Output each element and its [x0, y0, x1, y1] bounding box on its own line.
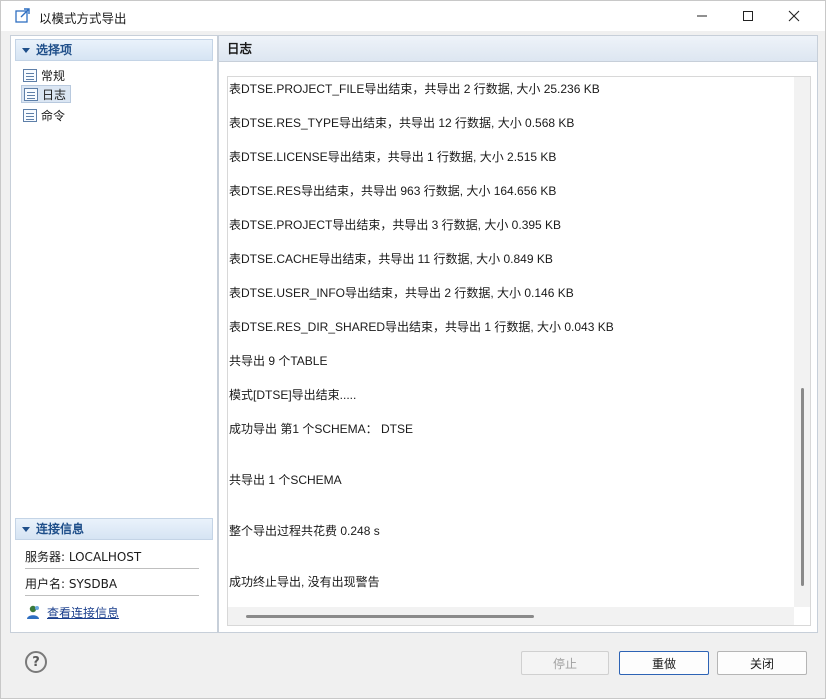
options-header-label: 选择项: [36, 43, 73, 57]
nav-item-label: 常规: [41, 68, 66, 83]
log-line: 表DTSE.CACHE导出结束，共导出 11 行数据, 大小 0.849 KB: [229, 252, 553, 266]
options-section-header[interactable]: 选择项: [15, 39, 213, 61]
export-app-icon: [15, 8, 30, 23]
nav-item-label: 日志: [42, 87, 67, 102]
page-icon: [24, 87, 38, 101]
log-panel-title: 日志: [219, 36, 817, 62]
vertical-scroll-thumb[interactable]: [801, 388, 804, 586]
maximize-icon: [743, 11, 753, 21]
log-panel: 日志 表DTSE.PROJECT_FILE导出结束，共导出 2 行数据, 大小 …: [218, 35, 818, 633]
log-line: 表DTSE.USER_INFO导出结束，共导出 2 行数据, 大小 0.146 …: [229, 286, 574, 300]
view-connection-row[interactable]: 查看连接信息: [25, 602, 119, 622]
log-line: 共导出 9 个TABLE: [229, 354, 328, 368]
close-icon: [788, 10, 800, 22]
connection-section-header[interactable]: 连接信息: [15, 518, 213, 540]
horizontal-scrollbar[interactable]: [228, 607, 794, 625]
user-connection-icon: [27, 605, 39, 619]
view-connection-link[interactable]: 查看连接信息: [47, 604, 119, 621]
log-text-area[interactable]: 表DTSE.PROJECT_FILE导出结束，共导出 2 行数据, 大小 25.…: [227, 76, 811, 626]
log-line: 表DTSE.RES_TYPE导出结束，共导出 12 行数据, 大小 0.568 …: [229, 116, 575, 130]
options-panel: 选择项 常规 日志 命令 连接信息 服务器: LOCALHOST 用户名: SY…: [10, 35, 218, 633]
log-line: 表DTSE.LICENSE导出结束，共导出 1 行数据, 大小 2.515 KB: [229, 150, 557, 164]
help-icon: ?: [32, 654, 40, 670]
help-button[interactable]: ?: [25, 651, 47, 673]
log-line: 成功导出 第1 个SCHEMA： DTSE: [229, 422, 414, 436]
log-line: 模式[DTSE]导出结束.....: [229, 388, 357, 402]
log-line: 成功终止导出, 没有出现警告: [229, 575, 380, 589]
log-line: 表DTSE.RES_DIR_SHARED导出结束，共导出 1 行数据, 大小 0…: [229, 320, 614, 334]
horizontal-scroll-thumb[interactable]: [246, 615, 534, 618]
maximize-button[interactable]: [725, 1, 771, 31]
nav-item-log[interactable]: 日志: [21, 85, 71, 103]
title-bar[interactable]: 以模式方式导出: [1, 1, 825, 31]
log-line: 表DTSE.RES导出结束，共导出 963 行数据, 大小 164.656 KB: [229, 184, 557, 198]
close-button[interactable]: 关闭: [717, 651, 807, 675]
dialog-window: 以模式方式导出 选择项 常规 日志 命令 连接信息 服务器: LOCALHOST…: [0, 0, 826, 699]
close-window-button[interactable]: [771, 1, 817, 31]
window-title: 以模式方式导出: [39, 11, 127, 26]
nav-item-command[interactable]: 命令: [21, 106, 71, 124]
page-icon: [23, 68, 37, 82]
minimize-button[interactable]: [679, 1, 725, 31]
log-line: 表DTSE.PROJECT导出结束，共导出 3 行数据, 大小 0.395 KB: [229, 218, 562, 232]
redo-button[interactable]: 重做: [619, 651, 709, 675]
collapse-triangle-icon: [22, 527, 30, 532]
server-info: 服务器: LOCALHOST: [25, 545, 199, 569]
connection-header-label: 连接信息: [36, 522, 85, 536]
stop-button[interactable]: 停止: [521, 651, 609, 675]
log-line: 共导出 1 个SCHEMA: [229, 473, 342, 487]
page-icon: [23, 108, 37, 122]
minimize-icon: [697, 15, 707, 17]
nav-item-label: 命令: [41, 108, 66, 123]
nav-item-general[interactable]: 常规: [21, 66, 71, 84]
log-line: 整个导出过程共花费 0.248 s: [229, 524, 380, 538]
vertical-scrollbar[interactable]: [794, 77, 810, 607]
log-line: 表DTSE.PROJECT_FILE导出结束，共导出 2 行数据, 大小 25.…: [229, 82, 600, 96]
user-info: 用户名: SYSDBA: [25, 572, 199, 596]
collapse-triangle-icon: [22, 48, 30, 53]
